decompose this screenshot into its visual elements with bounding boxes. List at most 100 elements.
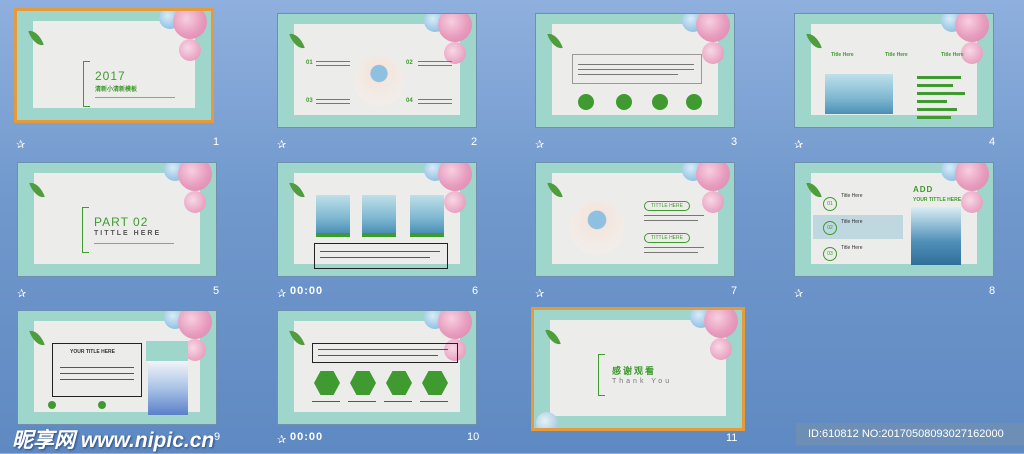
flower-decoration	[438, 163, 472, 191]
image-id-bar: ID:610812 NO:20170508093027162000	[796, 423, 1024, 445]
slide-thumbnail-2[interactable]: 01 02 03 04	[277, 13, 477, 128]
flower-decoration	[955, 14, 989, 42]
portrait-photo	[148, 361, 188, 415]
portrait-circle	[570, 201, 624, 255]
text-line	[320, 251, 440, 252]
text-line	[644, 252, 698, 253]
slide-thumbnail-5[interactable]: PART 02 TITTLE HERE	[17, 162, 217, 277]
column-heading: Title Here	[941, 52, 964, 58]
flower-decoration	[438, 311, 472, 339]
text-line	[316, 103, 350, 104]
item-title: Title Here	[841, 245, 863, 251]
text-line	[418, 99, 452, 100]
slide-title: PART 02	[94, 215, 149, 229]
twitter-icon	[48, 401, 56, 409]
column-heading: Title Here	[831, 52, 854, 58]
progress-bar	[917, 84, 953, 87]
transition-star-icon[interactable]: ✰	[277, 287, 286, 300]
text-line	[644, 215, 704, 216]
text-line	[318, 349, 448, 350]
text-line	[418, 61, 452, 62]
text-line	[578, 64, 694, 65]
text-line	[320, 257, 430, 258]
slide-number: 4	[989, 136, 996, 148]
slide-thumbnail-3[interactable]	[535, 13, 735, 128]
slide-title: 感谢观看	[612, 366, 657, 376]
slide-number: 1	[213, 136, 220, 148]
text-line	[318, 355, 438, 356]
flower-decoration	[179, 39, 201, 61]
flower-decoration	[438, 14, 472, 42]
flower-decoration	[955, 163, 989, 191]
slide-thumbnail-11[interactable]: 感谢观看 Thank You	[531, 307, 745, 431]
slide-number: 9	[214, 431, 221, 443]
divider-line	[95, 97, 175, 98]
box-heading: YOUR TITLE HERE	[70, 349, 116, 355]
item-number: 03	[306, 98, 313, 104]
text-line	[420, 401, 448, 402]
slide-number: 5	[213, 285, 220, 297]
text-line	[418, 103, 452, 104]
text-line	[60, 379, 134, 380]
color-block	[146, 341, 188, 361]
title-bracket	[83, 61, 90, 107]
divider-line	[94, 243, 174, 244]
camera-icon	[652, 94, 668, 110]
slide-thumbnail-10[interactable]	[277, 310, 477, 425]
item-number: 03	[823, 247, 837, 261]
slide-thumbnail-9[interactable]: YOUR TITLE HERE	[17, 310, 217, 425]
watermark-text: 昵享网 www.nipic.cn	[12, 429, 215, 452]
flower-decoration	[536, 412, 558, 428]
flower-decoration	[702, 42, 724, 64]
text-line	[578, 69, 694, 70]
item-title: Title Here	[841, 193, 863, 199]
slide-thumbnail-6[interactable]	[277, 162, 477, 277]
slide-subtitle: 清新小清新模板	[95, 87, 138, 93]
slide-title: ADD	[913, 185, 934, 194]
text-box	[312, 343, 458, 363]
transition-star-icon[interactable]: ✰	[794, 287, 803, 300]
flower-decoration	[696, 14, 730, 42]
flower-decoration	[444, 191, 466, 213]
flower-decoration	[961, 191, 983, 213]
block-icon	[686, 94, 702, 110]
flower-decoration	[710, 338, 732, 360]
slide-number: 2	[471, 136, 478, 148]
transition-star-icon[interactable]: ✰	[535, 287, 544, 300]
slide-subtitle: Thank You	[612, 378, 673, 385]
slide-number: 8	[989, 285, 996, 297]
progress-bar	[917, 116, 951, 119]
item-title: Title Here	[841, 219, 863, 225]
slide-number: 7	[731, 285, 738, 297]
transition-star-icon[interactable]: ✰	[16, 138, 25, 151]
slide-thumbnail-7[interactable]: TITTLE HERE TITTLE HERE	[535, 162, 735, 277]
flower-decoration	[173, 11, 207, 39]
transition-star-icon[interactable]: ✰	[535, 138, 544, 151]
facebook-icon	[98, 401, 106, 409]
item-number: 02	[823, 221, 837, 235]
text-line	[418, 65, 452, 66]
flower-decoration	[184, 191, 206, 213]
text-line	[316, 61, 350, 62]
text-line	[384, 401, 412, 402]
slide-number: 10	[467, 431, 480, 443]
transition-star-icon[interactable]: ✰	[277, 433, 286, 446]
text-line	[644, 220, 698, 221]
slide-thumbnail-8[interactable]: 01 02 03 Title Here Title Here Title Her…	[794, 162, 994, 277]
text-line	[316, 65, 350, 66]
slide-thumbnail-4[interactable]: Title Here Title Here Title Here	[794, 13, 994, 128]
progress-bar	[917, 108, 957, 111]
transition-star-icon[interactable]: ✰	[17, 287, 26, 300]
flower-decoration	[704, 310, 738, 338]
settings-icon	[578, 94, 594, 110]
slide-number: 6	[472, 285, 479, 297]
slide-timing: 00:00	[290, 285, 324, 297]
text-line	[348, 401, 376, 402]
slide-thumbnail-1[interactable]: 2017 清新小清新模板	[14, 8, 214, 123]
slide-subtitle: TITTLE HERE	[94, 230, 162, 237]
transition-star-icon[interactable]: ✰	[277, 138, 286, 151]
flower-decoration	[178, 163, 212, 191]
transition-star-icon[interactable]: ✰	[794, 138, 803, 151]
flower-decoration	[696, 163, 730, 191]
progress-bar	[917, 100, 947, 103]
